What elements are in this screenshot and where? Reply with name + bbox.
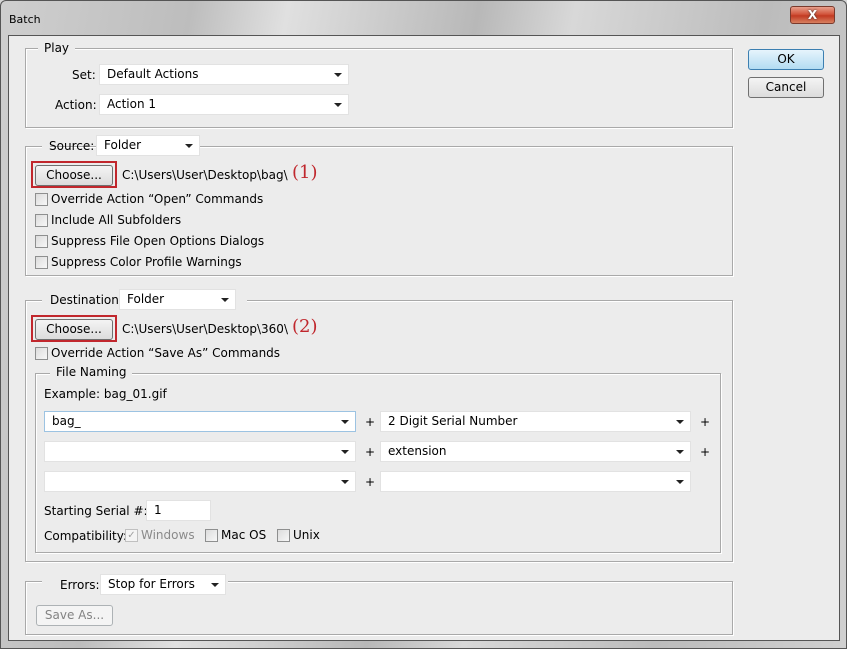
naming-field-1-left[interactable]: bag_: [44, 411, 356, 432]
plus-sign: +: [700, 445, 711, 459]
play-legend: Play: [38, 41, 76, 55]
action-select[interactable]: Action 1: [99, 94, 349, 115]
mac-os-checkbox[interactable]: Mac OS: [205, 528, 266, 544]
chevron-down-icon: [341, 480, 349, 484]
chevron-down-icon: [676, 450, 684, 454]
chevron-down-icon: [676, 480, 684, 484]
action-label: Action:: [55, 98, 97, 112]
naming-value: extension: [388, 444, 447, 458]
plus-sign: +: [365, 475, 376, 489]
chevron-down-icon: [211, 583, 219, 587]
naming-field-2-left[interactable]: [44, 441, 356, 462]
suppress-color-profile-checkbox[interactable]: Suppress Color Profile Warnings: [35, 255, 242, 271]
checkbox-label: Override Action “Open” Commands: [51, 192, 264, 206]
batch-dialog: Batch X OK Cancel Play Set: Default Acti…: [0, 0, 847, 649]
windows-checkbox[interactable]: ✓ Windows: [125, 528, 195, 544]
action-value: Action 1: [107, 97, 157, 111]
checkbox-icon: [35, 214, 48, 227]
naming-field-1-right[interactable]: 2 Digit Serial Number: [380, 411, 691, 432]
chevron-down-icon: [221, 298, 229, 302]
checkbox-label: Windows: [141, 528, 195, 542]
naming-field-3-left[interactable]: [44, 471, 356, 492]
set-value: Default Actions: [107, 67, 199, 81]
errors-value: Stop for Errors: [108, 577, 195, 591]
chevron-down-icon: [341, 450, 349, 454]
checkbox-icon: [35, 235, 48, 248]
chevron-down-icon: [676, 420, 684, 424]
compatibility-label: Compatibility:: [44, 529, 128, 543]
destination-path: C:\Users\User\Desktop\360\: [122, 322, 288, 336]
checkbox-icon: [35, 193, 48, 206]
override-open-checkbox[interactable]: Override Action “Open” Commands: [35, 192, 263, 208]
unix-checkbox[interactable]: Unix: [277, 528, 320, 544]
close-icon: X: [807, 8, 818, 22]
destination-label: Destination:: [50, 293, 123, 307]
checkbox-label: Unix: [293, 528, 320, 542]
source-choose-button[interactable]: Choose...: [35, 165, 113, 186]
errors-select[interactable]: Stop for Errors: [100, 574, 226, 595]
plus-sign: +: [365, 415, 376, 429]
plus-sign: +: [700, 415, 711, 429]
annotation-1: (1): [292, 162, 318, 183]
checkbox-label: Suppress Color Profile Warnings: [51, 255, 242, 269]
play-group: [25, 48, 733, 128]
destination-choose-button[interactable]: Choose...: [35, 319, 113, 340]
suppress-open-options-checkbox[interactable]: Suppress File Open Options Dialogs: [35, 234, 264, 250]
naming-value: bag_: [52, 414, 81, 428]
naming-example: Example: bag_01.gif: [44, 387, 167, 401]
checkbox-icon: [205, 529, 218, 542]
checkbox-label: Include All Subfolders: [51, 213, 182, 227]
window-title: Batch: [9, 13, 41, 26]
plus-sign: +: [365, 445, 376, 459]
serial-input[interactable]: 1: [146, 500, 211, 521]
override-save-as-checkbox[interactable]: Override Action “Save As” Commands: [35, 346, 280, 362]
chevron-down-icon: [341, 420, 349, 424]
checkbox-label: Override Action “Save As” Commands: [51, 346, 281, 360]
title-bar: Batch X: [1, 1, 846, 36]
source-select[interactable]: Folder: [96, 135, 200, 156]
source-label: Source:: [49, 139, 95, 153]
annotation-2: (2): [292, 316, 318, 337]
set-select[interactable]: Default Actions: [99, 64, 349, 85]
errors-label: Errors:: [60, 578, 100, 592]
checkbox-icon: [35, 347, 48, 360]
set-label: Set:: [72, 68, 96, 82]
source-value: Folder: [104, 138, 142, 152]
dialog-body: OK Cancel Play Set: Default Actions Acti…: [8, 35, 840, 641]
naming-field-3-right[interactable]: [380, 471, 691, 492]
ok-button[interactable]: OK: [748, 49, 824, 70]
include-subfolders-checkbox[interactable]: Include All Subfolders: [35, 213, 181, 229]
naming-value: 2 Digit Serial Number: [388, 414, 518, 428]
cancel-button[interactable]: Cancel: [748, 77, 824, 98]
file-naming-legend: File Naming: [50, 365, 133, 379]
naming-field-2-right[interactable]: extension: [380, 441, 691, 462]
checkmark-icon: ✓: [125, 529, 138, 542]
serial-label: Starting Serial #:: [44, 504, 148, 518]
checkbox-icon: [35, 256, 48, 269]
destination-select[interactable]: Folder: [119, 289, 236, 310]
checkbox-label: Suppress File Open Options Dialogs: [51, 234, 265, 248]
chevron-down-icon: [185, 144, 193, 148]
chevron-down-icon: [334, 103, 342, 107]
close-button[interactable]: X: [790, 6, 835, 24]
source-path: C:\Users\User\Desktop\bag\: [122, 168, 288, 182]
destination-value: Folder: [127, 292, 165, 306]
checkbox-icon: [277, 529, 290, 542]
save-as-button[interactable]: Save As...: [36, 605, 113, 626]
chevron-down-icon: [334, 73, 342, 77]
checkbox-label: Mac OS: [221, 528, 267, 542]
